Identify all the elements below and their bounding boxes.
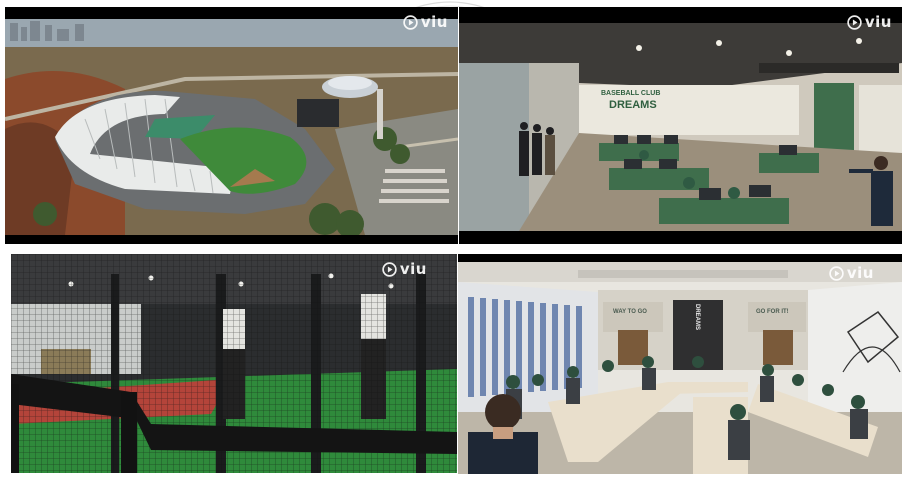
viu-logo: viu bbox=[403, 13, 448, 31]
office-scene bbox=[459, 23, 902, 231]
office-wall-sign-line1: BASEBALL CLUB bbox=[601, 90, 661, 97]
play-circle-icon bbox=[382, 261, 397, 277]
frame-meeting-room: WAY TO GO GO FOR IT! DREAMS viu bbox=[458, 254, 902, 474]
play-circle-icon bbox=[847, 14, 862, 30]
wall-sign-left: WAY TO GO bbox=[613, 309, 647, 315]
door-sign: DREAMS bbox=[694, 304, 700, 331]
viu-logo-text: viu bbox=[846, 264, 874, 282]
viu-logo: viu bbox=[829, 264, 874, 282]
play-circle-icon bbox=[829, 265, 844, 281]
viu-logo-text: viu bbox=[864, 13, 892, 31]
viu-logo: viu bbox=[382, 260, 427, 278]
frame-office-room: BASEBALL CLUB DREAMS viu bbox=[459, 7, 902, 244]
viu-logo: viu bbox=[847, 13, 892, 31]
viu-logo-text: viu bbox=[399, 260, 427, 278]
stadium-scene bbox=[5, 19, 458, 235]
frame-batting-cages: viu bbox=[11, 254, 457, 473]
office-wall-sign-line2: DREAMS bbox=[609, 99, 657, 111]
batting-cage-scene bbox=[11, 254, 457, 473]
wall-sign-right: GO FOR IT! bbox=[756, 309, 789, 315]
play-circle-icon bbox=[403, 14, 418, 30]
meeting-room-scene bbox=[458, 262, 902, 474]
frame-stadium-aerial: viu bbox=[5, 7, 458, 244]
viu-logo-text: viu bbox=[420, 13, 448, 31]
